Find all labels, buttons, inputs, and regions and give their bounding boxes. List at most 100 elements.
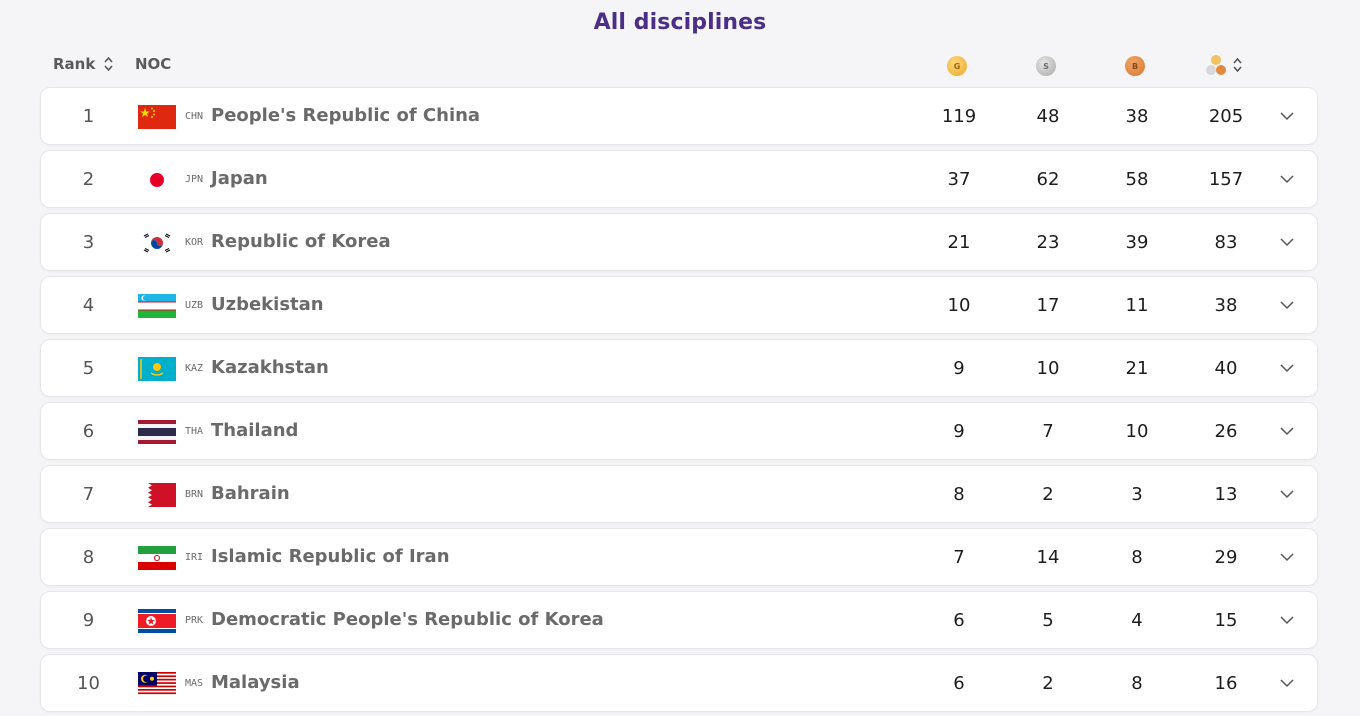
- country-name: Islamic Republic of Iran: [211, 546, 450, 567]
- flag-icon: [138, 546, 176, 570]
- country-name: Uzbekistan: [211, 294, 324, 315]
- silver-count: 48: [1036, 106, 1060, 127]
- noc-code: BRN: [185, 489, 204, 500]
- noc-code: KAZ: [185, 363, 204, 374]
- silver-count: 14: [1036, 547, 1060, 568]
- total-count: 16: [1214, 673, 1238, 694]
- total-count: 38: [1214, 295, 1238, 316]
- gold-count: 6: [953, 673, 965, 694]
- bronze-count: 38: [1125, 106, 1149, 127]
- bronze-medal-icon: B: [1125, 56, 1145, 76]
- total-sort-button[interactable]: [1205, 54, 1242, 76]
- noc-code: THA: [185, 426, 204, 437]
- gold-count: 119: [941, 106, 977, 127]
- chevron-down-icon[interactable]: [1279, 360, 1295, 376]
- gold-count: 21: [947, 232, 971, 253]
- country-name: Kazakhstan: [211, 357, 329, 378]
- silver-medal-icon: S: [1036, 56, 1056, 76]
- silver-count: 23: [1036, 232, 1060, 253]
- chevron-down-icon[interactable]: [1279, 171, 1295, 187]
- table-row[interactable]: 8 IRI Islamic Republic of Iran 7 14 8 29: [40, 528, 1318, 586]
- table-row[interactable]: 2 JPN Japan 37 62 58 157: [40, 150, 1318, 208]
- table-row[interactable]: 7 BRN Bahrain 8 2 3 13: [40, 465, 1318, 523]
- flag-icon: [138, 420, 176, 444]
- gold-count: 7: [953, 547, 965, 568]
- silver-count: 2: [1042, 673, 1054, 694]
- noc-code: PRK: [185, 615, 204, 626]
- noc-code: UZB: [185, 300, 204, 311]
- total-count: 205: [1208, 106, 1244, 127]
- country-name: Republic of Korea: [211, 231, 391, 252]
- silver-count: 62: [1036, 169, 1060, 190]
- rank-cell: 6: [82, 421, 95, 442]
- chevron-down-icon[interactable]: [1279, 612, 1295, 628]
- table-row[interactable]: 10 MAS Malaysia 6 2 8 16: [40, 654, 1318, 712]
- table-row[interactable]: 5 KAZ Kazakhstan 9 10 21 40: [40, 339, 1318, 397]
- table-row[interactable]: 3 KOR Republic of Korea 21 23 39 83: [40, 213, 1318, 271]
- sort-icon: [1233, 58, 1242, 72]
- sort-icon: [104, 57, 113, 71]
- total-count: 83: [1214, 232, 1238, 253]
- chevron-down-icon[interactable]: [1279, 486, 1295, 502]
- rank-sort-button[interactable]: Rank: [53, 55, 113, 73]
- country-name: Japan: [211, 168, 268, 189]
- country-name: Bahrain: [211, 483, 290, 504]
- country-name: People's Republic of China: [211, 105, 481, 126]
- flag-icon: [138, 672, 176, 696]
- noc-header-label: NOC: [135, 55, 172, 73]
- rank-cell: 4: [82, 295, 95, 316]
- rank-cell: 2: [82, 169, 95, 190]
- noc-code: CHN: [185, 111, 204, 122]
- bronze-count: 21: [1125, 358, 1149, 379]
- bronze-count: 39: [1125, 232, 1149, 253]
- noc-code: MAS: [185, 678, 204, 689]
- total-count: 26: [1214, 421, 1238, 442]
- gold-count: 9: [953, 358, 965, 379]
- gold-count: 37: [947, 169, 971, 190]
- table-row[interactable]: 9 PRK Democratic People's Republic of Ko…: [40, 591, 1318, 649]
- chevron-down-icon[interactable]: [1279, 297, 1295, 313]
- country-name: Malaysia: [211, 672, 300, 693]
- chevron-down-icon[interactable]: [1279, 423, 1295, 439]
- flag-icon: [138, 609, 176, 633]
- rank-cell: 8: [82, 547, 95, 568]
- country-name: Democratic People's Republic of Korea: [211, 609, 604, 630]
- flag-icon: [138, 294, 176, 318]
- table-row[interactable]: 1 CHN People's Republic of China 119 48 …: [40, 87, 1318, 145]
- page-title: All disciplines: [593, 10, 767, 35]
- silver-count: 2: [1042, 484, 1054, 505]
- chevron-down-icon[interactable]: [1279, 108, 1295, 124]
- gold-count: 6: [953, 610, 965, 631]
- rank-cell: 5: [82, 358, 95, 379]
- chevron-down-icon[interactable]: [1279, 675, 1295, 691]
- rank-cell: 10: [77, 673, 100, 694]
- table-row[interactable]: 6 THA Thailand 9 7 10 26: [40, 402, 1318, 460]
- medal-table: 1 CHN People's Republic of China 119 48 …: [40, 87, 1320, 716]
- silver-count: 5: [1042, 610, 1054, 631]
- gold-count: 8: [953, 484, 965, 505]
- silver-count: 17: [1036, 295, 1060, 316]
- chevron-down-icon[interactable]: [1279, 549, 1295, 565]
- bronze-count: 8: [1131, 673, 1143, 694]
- noc-code: KOR: [185, 237, 204, 248]
- flag-icon: [138, 168, 176, 192]
- bronze-count: 3: [1131, 484, 1143, 505]
- flag-icon: [138, 231, 176, 255]
- chevron-down-icon[interactable]: [1279, 234, 1295, 250]
- total-count: 40: [1214, 358, 1238, 379]
- gold-count: 10: [947, 295, 971, 316]
- flag-icon: [138, 483, 176, 507]
- gold-medal-icon: G: [947, 56, 967, 76]
- rank-cell: 3: [82, 232, 95, 253]
- bronze-count: 10: [1125, 421, 1149, 442]
- total-count: 13: [1214, 484, 1238, 505]
- rank-cell: 7: [82, 484, 95, 505]
- bronze-count: 58: [1125, 169, 1149, 190]
- table-row[interactable]: 4 UZB Uzbekistan 10 17 11 38: [40, 276, 1318, 334]
- bronze-count: 8: [1131, 547, 1143, 568]
- flag-icon: [138, 105, 176, 129]
- medals-stack-icon: [1205, 54, 1227, 76]
- silver-count: 10: [1036, 358, 1060, 379]
- noc-code: JPN: [185, 174, 204, 185]
- flag-icon: [138, 357, 176, 381]
